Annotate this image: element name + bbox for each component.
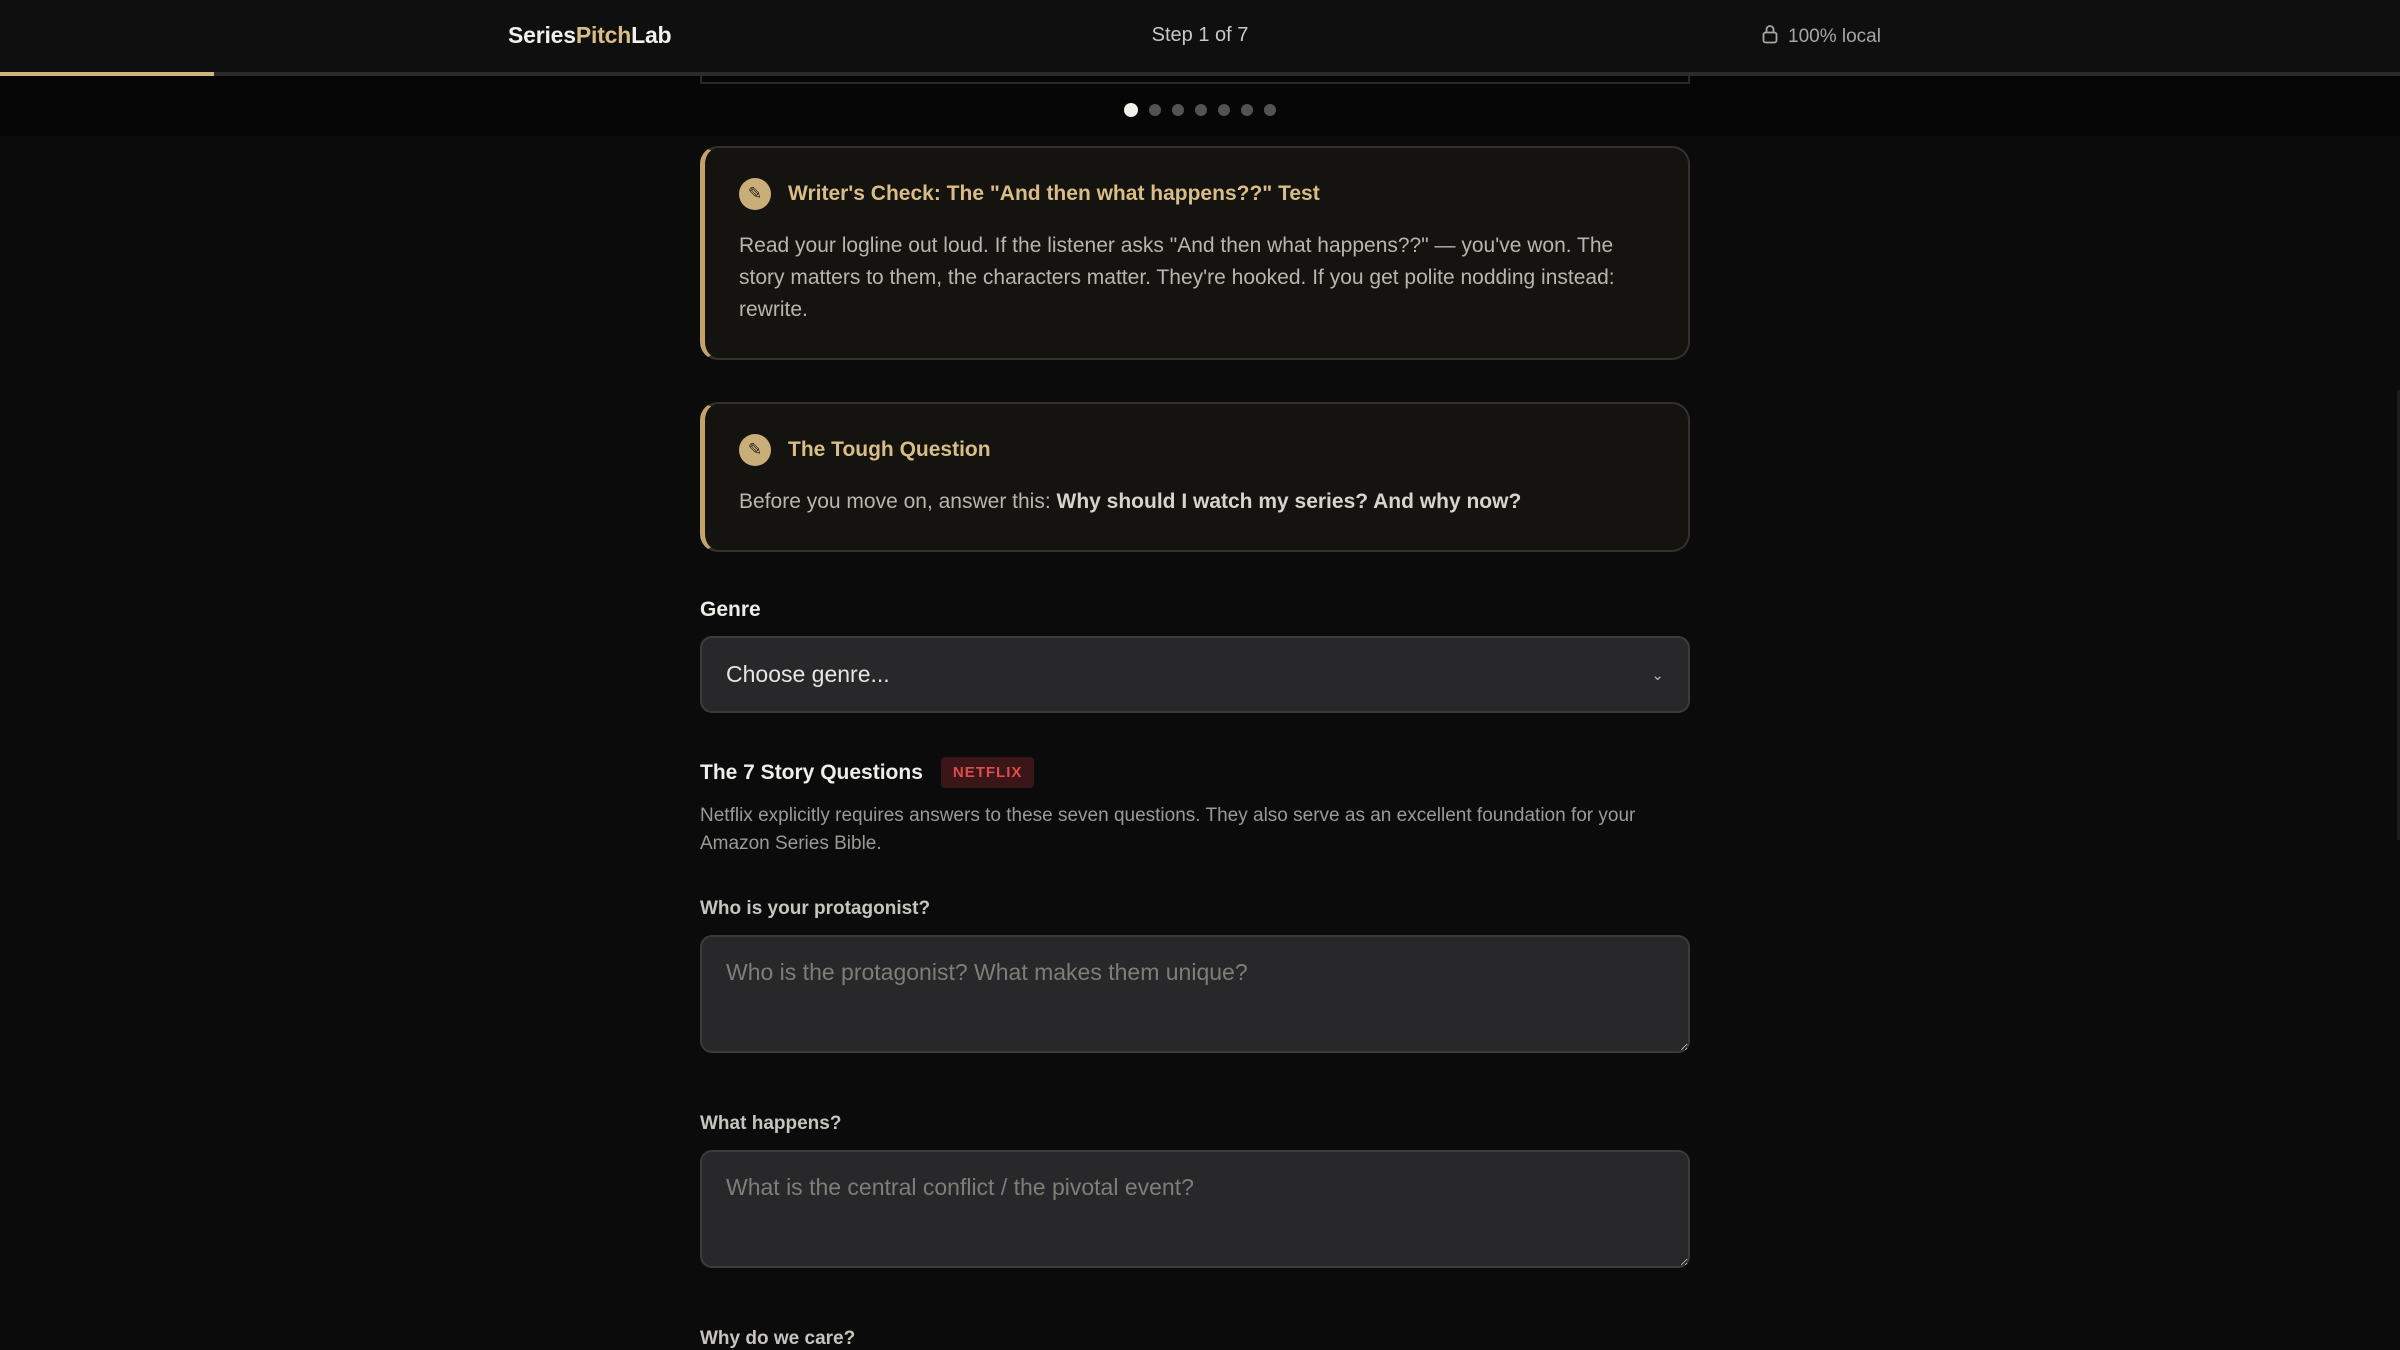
section-title: The 7 Story Questions (700, 760, 923, 784)
writers-check-callout: ✎ Writer's Check: The "And then what hap… (700, 146, 1690, 360)
chevron-down-icon: ⌄ (1651, 666, 1664, 684)
question-label-what-happens: What happens? (700, 1113, 842, 1134)
lock-icon (1762, 24, 1778, 50)
genre-select[interactable]: Choose genre... ⌄ (700, 636, 1690, 713)
question-label-why-care: Why do we care? (700, 1328, 856, 1349)
step-nav (0, 76, 2400, 136)
pencil-icon: ✎ (739, 434, 771, 466)
genre-select-value: Choose genre... (726, 661, 890, 687)
step-dot-4[interactable] (1195, 104, 1207, 116)
step-dot-3[interactable] (1172, 104, 1184, 116)
callout-body: Before you move on, answer this: Why sho… (739, 486, 1652, 518)
callout-body: Read your logline out loud. If the liste… (739, 234, 1615, 321)
step-dot-1[interactable] (1124, 103, 1138, 117)
local-status: 100% local (1762, 24, 1881, 50)
what-happens-textarea[interactable] (700, 1150, 1690, 1268)
step-dots (0, 103, 2400, 117)
protagonist-textarea[interactable] (700, 935, 1690, 1053)
story-questions-header: The 7 Story Questions NETFLIX (700, 757, 1690, 788)
section-description: Netflix explicitly requires answers to t… (700, 805, 1636, 854)
step-dot-5[interactable] (1218, 104, 1230, 116)
top-bar: SeriesPitchLab Step 1 of 7 100% local (0, 0, 2400, 76)
genre-label: Genre (700, 598, 761, 621)
callout-body-text: Before you move on, answer this: (739, 490, 1057, 513)
pencil-icon: ✎ (739, 178, 771, 210)
step-indicator: Step 1 of 7 (1151, 24, 1249, 46)
callout-title: Writer's Check: The "And then what happe… (788, 182, 1320, 205)
tough-question-callout: ✎ The Tough Question Before you move on,… (700, 402, 1690, 552)
card-edge (700, 76, 1690, 84)
local-label: 100% local (1788, 26, 1881, 47)
callout-body-emphasis: Why should I watch my series? And why no… (1056, 490, 1522, 513)
step-dot-6[interactable] (1241, 104, 1253, 116)
netflix-badge: NETFLIX (940, 757, 1035, 788)
question-label-protagonist: Who is your protagonist? (700, 898, 931, 919)
callout-title: The Tough Question (788, 438, 991, 461)
step-dot-7[interactable] (1264, 104, 1276, 116)
step-dot-2[interactable] (1149, 104, 1161, 116)
main-content: ✎ Writer's Check: The "And then what hap… (700, 146, 1690, 1350)
